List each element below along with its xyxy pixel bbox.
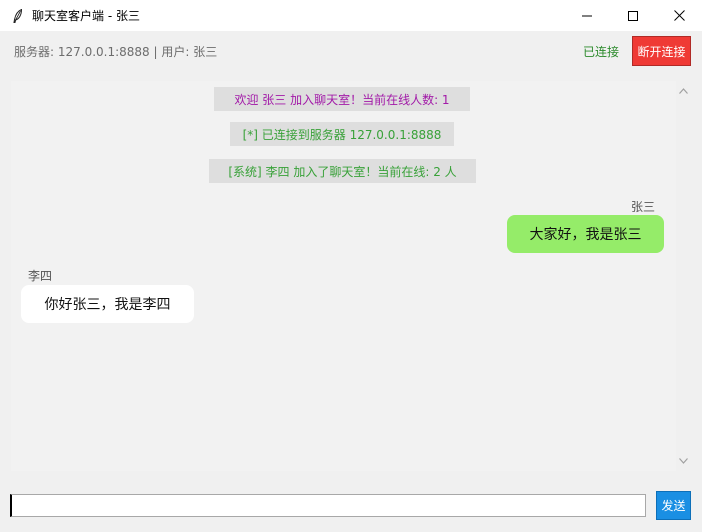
window-controls <box>564 0 702 31</box>
scroll-down-arrow[interactable] <box>676 453 691 469</box>
system-message: [系统] 李四 加入了聊天室！当前在线: 2 人 <box>209 159 476 183</box>
send-button[interactable]: 发送 <box>656 491 691 520</box>
disconnect-button[interactable]: 断开连接 <box>632 36 691 66</box>
sender-name: 张三 <box>631 200 656 214</box>
sender-name: 李四 <box>28 269 53 283</box>
minimize-button[interactable] <box>564 0 610 31</box>
chevron-up-icon <box>679 88 688 94</box>
status-bar: 服务器: 127.0.0.1:8888 | 用户: 张三 已连接 断开连接 <box>0 31 702 71</box>
close-icon <box>673 10 685 21</box>
close-button[interactable] <box>656 0 702 31</box>
chat-bubble-other: 你好张三，我是李四 <box>21 285 194 323</box>
message-input[interactable] <box>10 494 646 517</box>
chat-messages-area[interactable]: 欢迎 张三 加入聊天室！当前在线人数: 1 [*] 已连接到服务器 127.0.… <box>11 81 676 471</box>
scroll-up-arrow[interactable] <box>676 83 691 99</box>
maximize-button[interactable] <box>610 0 656 31</box>
title-bar: 聊天室客户端 - 张三 <box>0 0 702 31</box>
feather-icon <box>10 8 26 24</box>
maximize-icon <box>628 10 638 21</box>
chat-bubble-self: 大家好，我是张三 <box>507 215 664 253</box>
server-info: 服务器: 127.0.0.1:8888 | 用户: 张三 <box>14 45 218 59</box>
system-message: 欢迎 张三 加入聊天室！当前在线人数: 1 <box>214 87 470 111</box>
window-title: 聊天室客户端 - 张三 <box>32 9 140 23</box>
system-message: [*] 已连接到服务器 127.0.0.1:8888 <box>230 122 454 146</box>
minimize-icon <box>582 15 592 16</box>
chevron-down-icon <box>679 458 688 464</box>
connection-status: 已连接 <box>583 45 620 59</box>
chat-scrollbar[interactable] <box>676 81 691 471</box>
chat-client-window: 聊天室客户端 - 张三 服务器: 127.0.0.1:8888 | 用户: 张三… <box>0 0 702 532</box>
